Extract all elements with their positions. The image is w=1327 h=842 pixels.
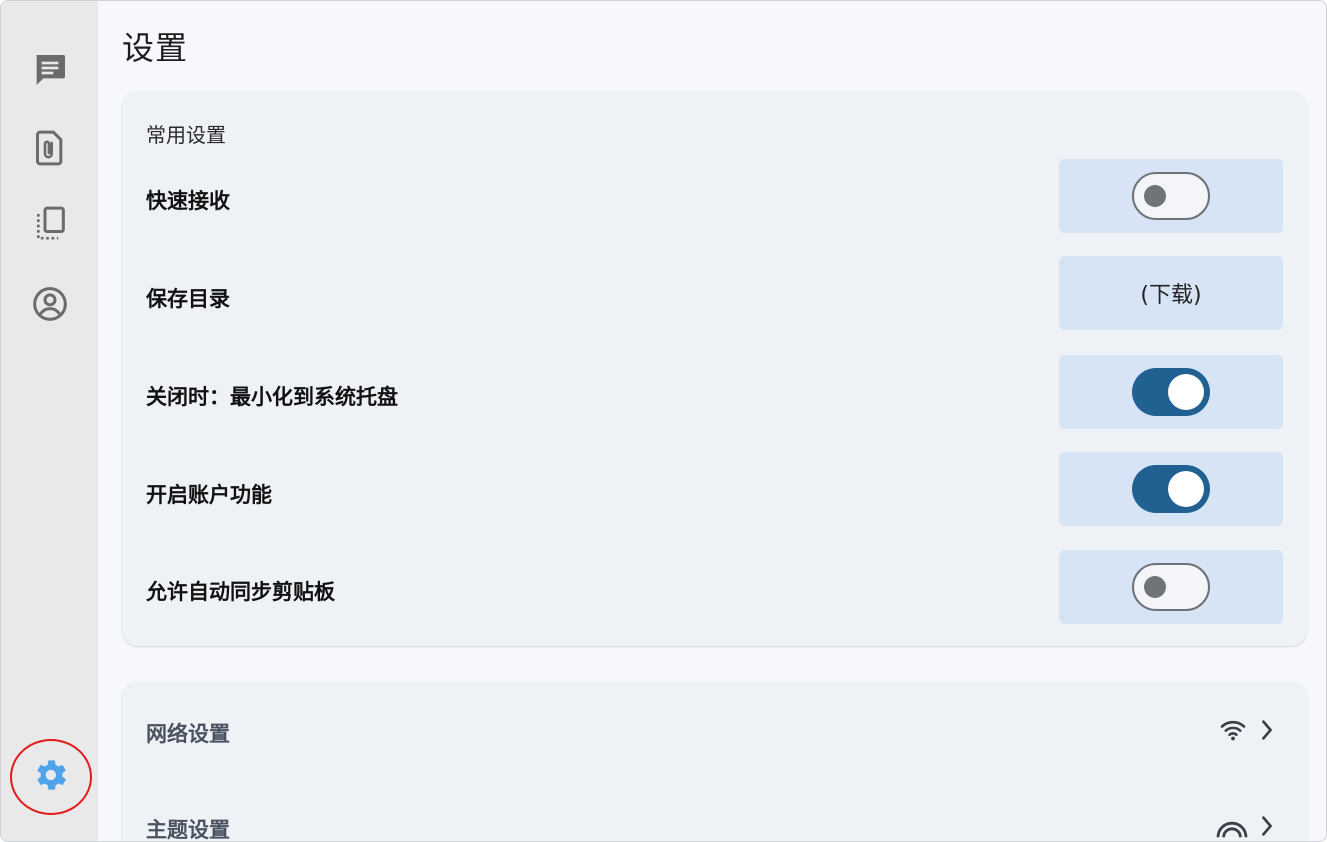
- setting-label-clipboard-sync: 允许自动同步剪贴板: [146, 580, 335, 604]
- general-settings-card: 常用设置 快速接收 保存目录 (下载) 关闭时：最小化到系统托盘 开启账户功能: [122, 91, 1307, 646]
- network-settings-label: 网络设置: [146, 722, 230, 746]
- toggle-knob: [1168, 471, 1204, 507]
- setting-label-save-directory: 保存目录: [146, 287, 230, 311]
- sidebar-item-files[interactable]: [25, 123, 75, 173]
- enable-account-toggle[interactable]: [1132, 465, 1210, 513]
- sidebar-item-settings[interactable]: [25, 750, 75, 800]
- clipboard-sync-control[interactable]: [1059, 550, 1283, 624]
- setting-label-enable-account: 开启账户功能: [146, 483, 272, 507]
- quick-receive-toggle[interactable]: [1132, 172, 1210, 220]
- account-icon: [33, 287, 67, 321]
- enable-account-control[interactable]: [1059, 452, 1283, 526]
- settings-main: 设置 常用设置 快速接收 保存目录 (下载) 关闭时：最小化到系统托盘 开启账户…: [98, 1, 1326, 841]
- section-title: 常用设置: [146, 123, 226, 147]
- chevron-right-icon: [1262, 720, 1272, 740]
- more-settings-card: 网络设置 主题设置: [122, 681, 1307, 842]
- message-icon: [36, 55, 65, 85]
- toggle-knob: [1168, 374, 1204, 410]
- setting-label-minimize-to-tray: 关闭时：最小化到系统托盘: [146, 385, 398, 409]
- setting-label-quick-receive: 快速接收: [146, 189, 230, 213]
- sidebar-item-account[interactable]: [25, 279, 75, 329]
- app-window: 设置 常用设置 快速接收 保存目录 (下载) 关闭时：最小化到系统托盘 开启账户…: [0, 0, 1327, 842]
- page-title: 设置: [122, 29, 189, 67]
- clipboard-history-icon: [37, 206, 65, 240]
- clipboard-sync-toggle[interactable]: [1132, 563, 1210, 611]
- minimize-to-tray-control[interactable]: [1059, 355, 1283, 429]
- save-directory-value: (下载): [1140, 283, 1202, 308]
- save-directory-button[interactable]: (下载): [1059, 256, 1283, 330]
- quick-receive-control[interactable]: [1059, 159, 1283, 233]
- wifi-icon: [1220, 720, 1246, 741]
- theme-settings-label: 主题设置: [146, 818, 230, 842]
- sidebar-item-messages[interactable]: [25, 45, 75, 95]
- chevron-right-icon: [1262, 816, 1272, 836]
- settings-gear-icon: [37, 760, 66, 790]
- theme-icon: [1216, 821, 1248, 838]
- sidebar-item-clipboard[interactable]: [25, 199, 75, 249]
- network-settings-row[interactable]: 网络设置: [122, 696, 1307, 766]
- toggle-knob: [1144, 576, 1166, 598]
- toggle-knob: [1144, 185, 1166, 207]
- file-attachment-icon: [36, 130, 63, 166]
- theme-settings-row[interactable]: 主题设置: [122, 792, 1307, 842]
- sidebar-rail: [1, 1, 98, 841]
- minimize-to-tray-toggle[interactable]: [1132, 368, 1210, 416]
